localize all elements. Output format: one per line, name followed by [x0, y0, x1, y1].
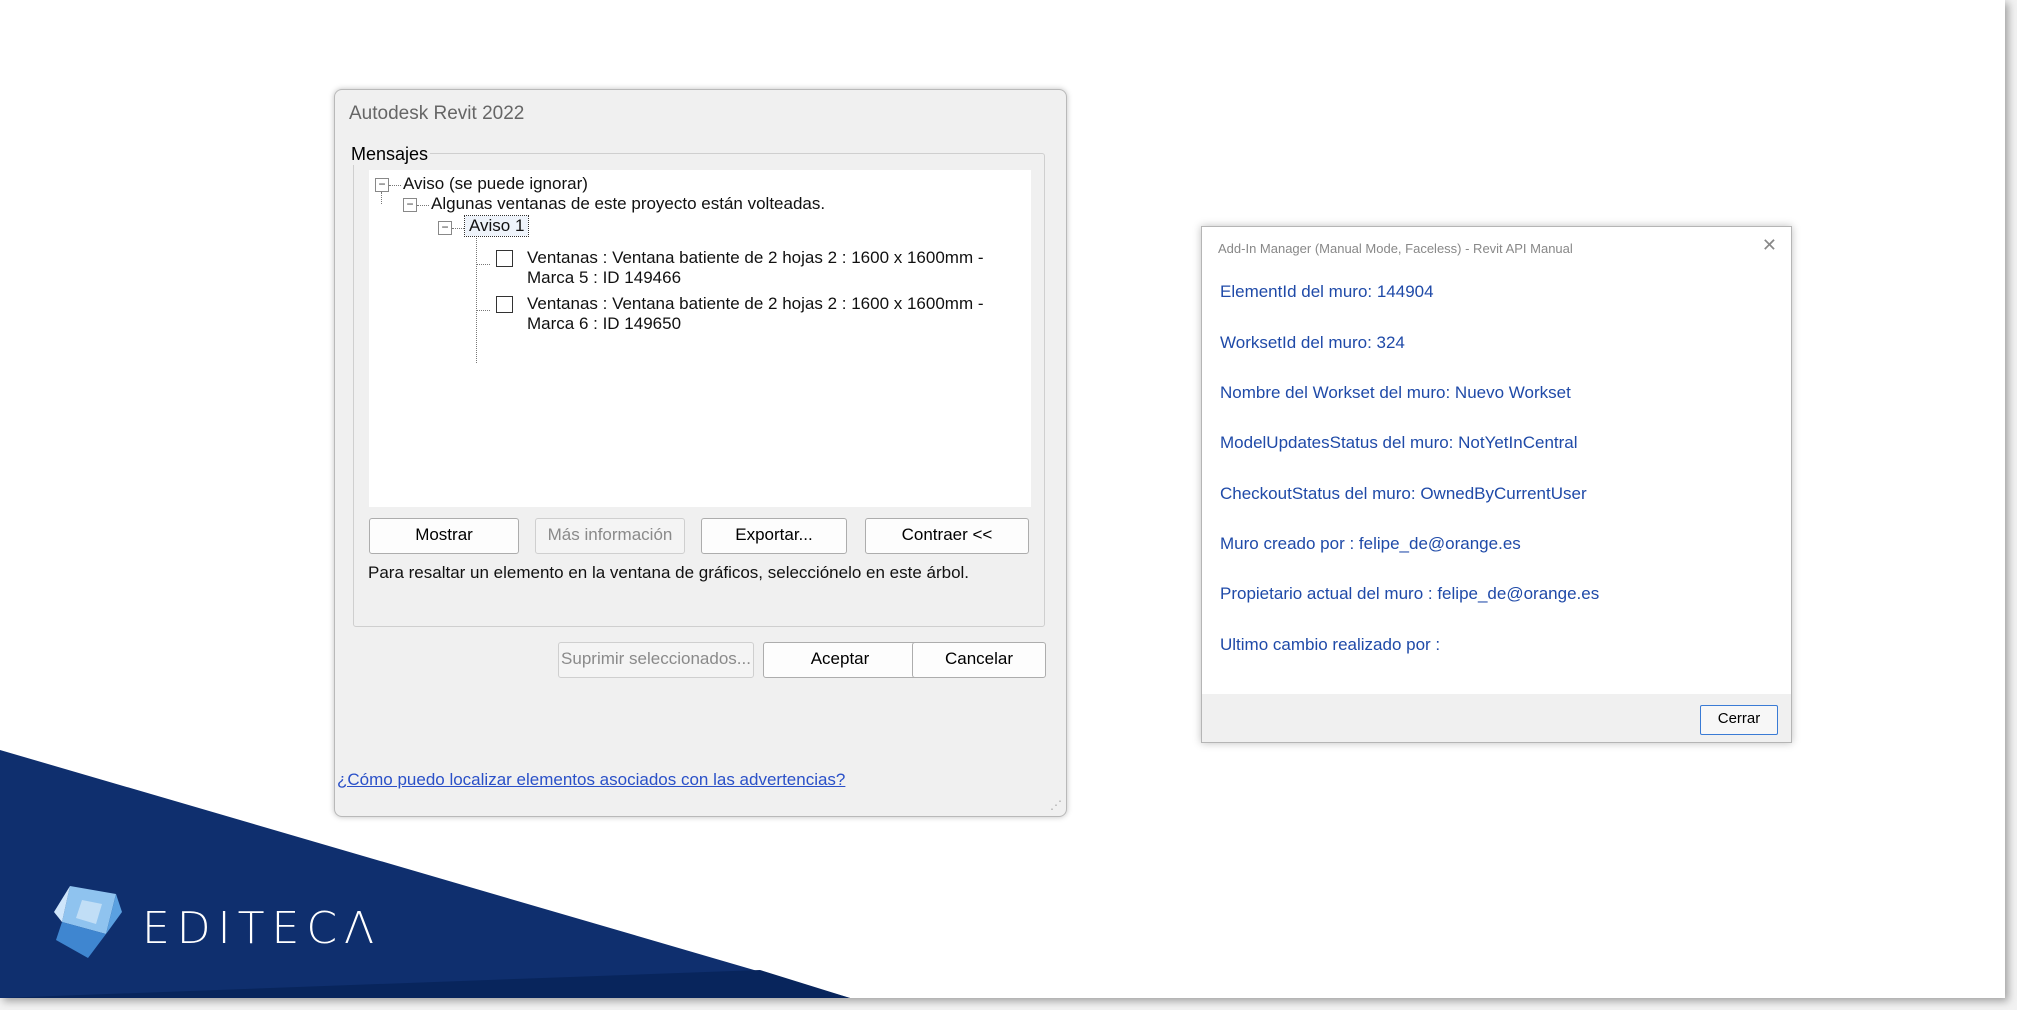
tree-connector: [381, 192, 382, 204]
resize-grip-icon[interactable]: ⋰: [1050, 798, 1062, 812]
tree-connector: [476, 310, 490, 311]
suppress-selected-button[interactable]: Suprimir seleccionados...: [558, 642, 754, 678]
cancel-button[interactable]: Cancelar: [912, 642, 1046, 678]
editeca-logo-icon: [54, 886, 122, 958]
tree-connector: [417, 205, 429, 206]
export-button[interactable]: Exportar...: [701, 518, 847, 554]
tree-node-root[interactable]: Aviso (se puede ignorar): [403, 174, 588, 194]
warnings-tree[interactable]: − Aviso (se puede ignorar) − Algunas ven…: [369, 170, 1031, 507]
collapse-icon[interactable]: −: [438, 221, 452, 235]
help-link[interactable]: ¿Cómo puedo localizar elementos asociado…: [337, 770, 845, 790]
slide-canvas: Autodesk Revit 2022 Mensajes − Aviso (se…: [0, 0, 2005, 998]
messages-group-label: Mensajes: [349, 144, 431, 165]
more-info-button[interactable]: Más información: [535, 518, 685, 554]
info-line: Muro creado por : felipe_de@orange.es: [1220, 534, 1521, 553]
collapse-button[interactable]: Contraer <<: [865, 518, 1029, 554]
info-line: ElementId del muro: 144904: [1220, 282, 1434, 301]
dialog-title: Autodesk Revit 2022: [349, 103, 525, 124]
brand-wordmark: EDITECΛ: [142, 903, 382, 954]
info-line: ModelUpdatesStatus del muro: NotYetInCen…: [1220, 433, 1578, 452]
tree-node-group[interactable]: Algunas ventanas de este proyecto están …: [431, 194, 825, 214]
item-checkbox[interactable]: [496, 296, 513, 313]
collapse-icon[interactable]: −: [403, 198, 417, 212]
info-line: Nombre del Workset del muro: Nuevo Works…: [1220, 383, 1571, 402]
tree-connector: [476, 238, 477, 363]
addin-manager-dialog: Add-In Manager (Manual Mode, Faceless) -…: [1201, 226, 1792, 743]
tree-item-line[interactable]: Marca 6 : ID 149650: [527, 314, 681, 334]
tree-connector: [452, 228, 464, 229]
close-icon[interactable]: ✕: [1762, 235, 1777, 256]
tree-connector: [476, 264, 490, 265]
revit-warning-dialog: Autodesk Revit 2022 Mensajes − Aviso (se…: [334, 89, 1067, 817]
show-button[interactable]: Mostrar: [369, 518, 519, 554]
item-checkbox[interactable]: [496, 250, 513, 267]
tree-connector: [389, 185, 401, 186]
tree-item-line[interactable]: Ventanas : Ventana batiente de 2 hojas 2…: [527, 248, 984, 268]
collapse-icon[interactable]: −: [375, 178, 389, 192]
info-line: CheckoutStatus del muro: OwnedByCurrentU…: [1220, 484, 1587, 503]
close-button[interactable]: Cerrar: [1700, 705, 1778, 735]
tree-node-warning[interactable]: Aviso 1: [463, 215, 530, 237]
dialog-footer: Cerrar: [1202, 694, 1791, 742]
tree-hint-text: Para resaltar un elemento en la ventana …: [368, 563, 970, 582]
info-line: Ultimo cambio realizado por :: [1220, 635, 1441, 654]
info-line: WorksetId del muro: 324: [1220, 333, 1405, 352]
info-line: Propietario actual del muro : felipe_de@…: [1220, 584, 1600, 603]
addin-dialog-title: Add-In Manager (Manual Mode, Faceless) -…: [1218, 241, 1573, 256]
tree-item-line[interactable]: Marca 5 : ID 149466: [527, 268, 681, 288]
accept-button[interactable]: Aceptar: [763, 642, 917, 678]
tree-item-line[interactable]: Ventanas : Ventana batiente de 2 hojas 2…: [527, 294, 984, 314]
